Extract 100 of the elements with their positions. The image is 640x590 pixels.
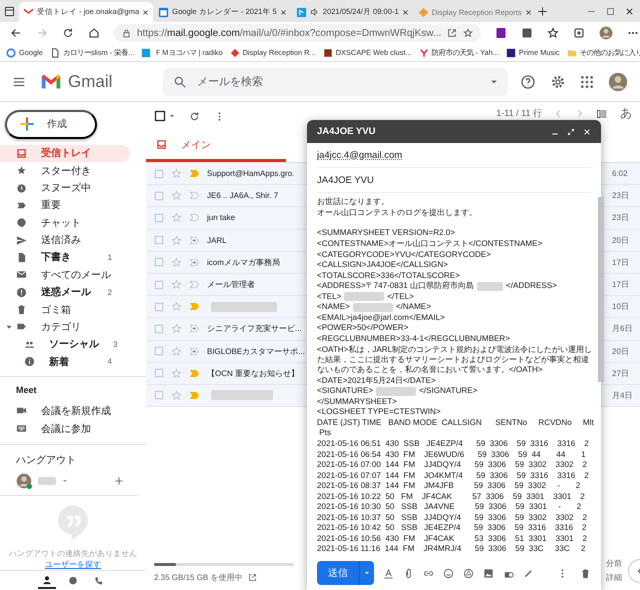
sidebar-item[interactable]: 会議に参加 bbox=[0, 420, 130, 438]
importance-marker-icon[interactable] bbox=[189, 368, 200, 379]
new-tab-icon[interactable] bbox=[536, 6, 548, 16]
speaker-icon[interactable] bbox=[310, 7, 320, 17]
find-users-link[interactable]: ユーザーを探す bbox=[45, 559, 101, 570]
phone-icon[interactable] bbox=[94, 576, 104, 586]
caret-icon[interactable] bbox=[490, 78, 498, 86]
caret-icon[interactable] bbox=[169, 113, 175, 119]
email-sender[interactable]: JARL bbox=[207, 236, 227, 245]
trash-icon[interactable] bbox=[580, 568, 591, 579]
sidebar-item[interactable]: ゴミ箱 bbox=[0, 300, 130, 318]
email-sender[interactable]: メール管理者 bbox=[207, 279, 255, 290]
email-sender[interactable]: jun take bbox=[207, 213, 236, 222]
importance-marker-icon[interactable] bbox=[189, 234, 200, 246]
subject-field[interactable]: JA4JOE YVU bbox=[317, 174, 374, 186]
star-icon[interactable] bbox=[171, 212, 182, 224]
star-icon[interactable] bbox=[171, 323, 182, 334]
checkbox-icon[interactable] bbox=[154, 257, 164, 268]
importance-marker-icon[interactable] bbox=[189, 168, 200, 180]
maximize-icon[interactable] bbox=[606, 6, 615, 16]
apps-icon[interactable] bbox=[580, 74, 594, 88]
recipient-field[interactable]: ja4jcc.4@gmail.com bbox=[317, 150, 402, 160]
details-link[interactable]: 詳細 bbox=[606, 572, 622, 583]
importance-marker-icon[interactable] bbox=[189, 279, 200, 290]
refresh-icon[interactable] bbox=[62, 27, 74, 39]
sidebar-item[interactable]: ソーシャル 3 bbox=[0, 336, 130, 353]
tabs-icon[interactable] bbox=[573, 27, 586, 39]
diamond-icon[interactable] bbox=[230, 48, 240, 58]
image-icon[interactable] bbox=[483, 568, 494, 579]
compose-button[interactable]: 作成 bbox=[5, 110, 97, 139]
back-icon[interactable] bbox=[10, 27, 22, 39]
y-icon[interactable] bbox=[418, 48, 429, 58]
email-sender[interactable]: BIGLOBEカスタマーサポ... bbox=[207, 346, 305, 357]
star-icon[interactable] bbox=[171, 346, 182, 357]
importance-marker-icon[interactable] bbox=[189, 323, 200, 334]
sidebar-item[interactable]: 下書き 1 bbox=[0, 248, 130, 266]
sidebar-item[interactable]: スヌーズ中 bbox=[0, 179, 130, 197]
importance-marker-icon[interactable] bbox=[189, 190, 200, 202]
star-icon[interactable] bbox=[171, 234, 182, 246]
density-icon[interactable] bbox=[596, 108, 608, 120]
close-icon[interactable] bbox=[142, 8, 150, 16]
refresh-icon[interactable] bbox=[189, 110, 200, 122]
search-icon[interactable] bbox=[173, 74, 187, 88]
expand-icon[interactable] bbox=[567, 128, 575, 136]
sidebar-item[interactable]: 受信トレイ bbox=[0, 144, 130, 162]
sidebar-item[interactable]: 会議を新規作成 bbox=[0, 401, 130, 420]
sidebar-item[interactable]: チャット bbox=[0, 214, 130, 232]
importance-marker-icon[interactable] bbox=[189, 212, 200, 224]
checkbox-icon[interactable] bbox=[154, 368, 164, 378]
checkbox-icon[interactable] bbox=[154, 324, 164, 334]
checkbox-icon[interactable] bbox=[154, 302, 164, 312]
home-icon[interactable] bbox=[88, 27, 100, 39]
star-icon[interactable] bbox=[171, 190, 182, 202]
email-sender[interactable]: シニアライフ充実サービ... bbox=[207, 323, 302, 334]
star-icon[interactable] bbox=[171, 301, 182, 312]
close-icon[interactable] bbox=[402, 8, 409, 16]
email-sender[interactable]: JE6 .. JA6A., Shir. 7 bbox=[207, 191, 278, 200]
star-icon[interactable] bbox=[171, 256, 182, 268]
settings-icon[interactable] bbox=[550, 74, 566, 90]
sidebar-item[interactable]: 送信済み bbox=[0, 231, 130, 249]
close-icon[interactable] bbox=[280, 8, 287, 16]
search-field[interactable]: メールを検索 bbox=[163, 68, 508, 96]
close-icon[interactable] bbox=[524, 8, 532, 16]
favorite-icon[interactable] bbox=[463, 28, 474, 38]
avatar-icon[interactable] bbox=[599, 26, 614, 40]
input-tools-button[interactable]: あ bbox=[620, 105, 632, 122]
checkbox-icon[interactable] bbox=[154, 168, 164, 179]
star-icon[interactable] bbox=[171, 279, 182, 290]
sidebar-item[interactable]: スター付き bbox=[0, 162, 130, 180]
email-sender[interactable]: icomメルマガ事務局 bbox=[207, 256, 280, 268]
checkbox-icon[interactable] bbox=[154, 235, 164, 246]
sidebar-item[interactable]: 重要 bbox=[0, 196, 130, 214]
pen-icon[interactable] bbox=[523, 568, 534, 579]
importance-marker-icon[interactable] bbox=[189, 301, 200, 312]
caret-icon[interactable] bbox=[62, 478, 68, 484]
share-icon[interactable] bbox=[447, 28, 458, 38]
add-icon[interactable] bbox=[114, 476, 124, 486]
drive-icon[interactable] bbox=[463, 568, 474, 579]
checkbox-icon[interactable] bbox=[154, 280, 164, 290]
help-icon[interactable] bbox=[520, 74, 536, 90]
emoji-icon[interactable] bbox=[443, 568, 454, 579]
collections-icon[interactable] bbox=[547, 27, 560, 39]
address-bar[interactable]: https://mail.google.com/mail/u/0/#inbox?compose=DmwnWRqjKsw... bbox=[114, 24, 482, 42]
star-icon[interactable] bbox=[171, 390, 182, 401]
send-button[interactable]: 送信 bbox=[317, 561, 359, 586]
avatar-icon[interactable] bbox=[608, 72, 628, 92]
email-sender[interactable]: 【OCN 重要なお知らせ】 bbox=[207, 368, 299, 379]
calendar-icon[interactable] bbox=[158, 6, 170, 18]
send-options-button[interactable] bbox=[359, 561, 374, 586]
tab-actions-icon[interactable] bbox=[4, 6, 15, 16]
select-checkbox-icon[interactable] bbox=[154, 110, 166, 122]
sidebar-item[interactable]: 迷惑メール 2 bbox=[0, 284, 130, 301]
person-icon[interactable] bbox=[42, 575, 52, 586]
page-icon[interactable] bbox=[50, 48, 60, 58]
external-link-icon[interactable] bbox=[248, 573, 258, 582]
attach-icon[interactable] bbox=[403, 568, 414, 579]
sidebar-item[interactable]: すべてのメール bbox=[0, 266, 130, 284]
checkbox-icon[interactable] bbox=[154, 346, 164, 356]
importance-marker-icon[interactable] bbox=[189, 390, 200, 401]
star-icon[interactable] bbox=[171, 168, 182, 180]
